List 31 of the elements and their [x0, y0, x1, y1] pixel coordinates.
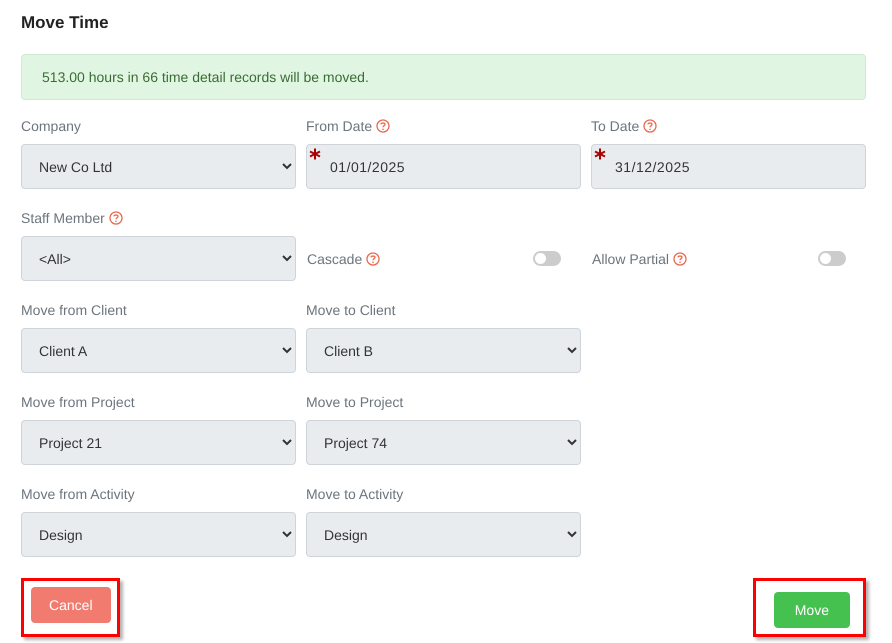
- toggle-switch[interactable]: [818, 251, 846, 266]
- field-label: Cascade: [307, 250, 362, 266]
- dropdown-field[interactable]: Project 74: [306, 420, 581, 465]
- dropdown-field[interactable]: New Co Ltd: [21, 144, 296, 189]
- field-label: To Date: [591, 118, 640, 134]
- toggle-switch[interactable]: [533, 251, 561, 266]
- field-label: Company: [21, 118, 81, 134]
- field-label: Move to Activity: [306, 486, 404, 502]
- dropdown-field[interactable]: Client B: [306, 328, 581, 373]
- help-icon[interactable]: [108, 211, 123, 225]
- info-alert: 513.00 hours in 66 time detail records will be moved.: [21, 54, 866, 100]
- date-field[interactable]: 31/12/2025: [591, 144, 866, 189]
- page-title: Move Time: [21, 12, 110, 34]
- field-label: Staff Member: [21, 210, 105, 226]
- dropdown-field[interactable]: Design: [21, 512, 296, 557]
- help-icon[interactable]: [643, 119, 658, 133]
- dropdown-field[interactable]: Project 21: [21, 420, 296, 465]
- field-label: Move to Project: [306, 394, 404, 410]
- help-icon[interactable]: [376, 119, 390, 133]
- field-label: Move to Client: [306, 302, 396, 318]
- dropdown-field[interactable]: Client A: [21, 328, 296, 373]
- field-label: Move from Activity: [21, 486, 135, 502]
- date-field[interactable]: 01/01/2025: [306, 144, 581, 189]
- field-label: Move from Client: [21, 302, 127, 318]
- help-icon[interactable]: [673, 252, 688, 266]
- dropdown-field[interactable]: Design: [306, 512, 581, 557]
- help-icon[interactable]: [366, 252, 380, 266]
- field-label: From Date: [306, 118, 372, 134]
- dropdown-field[interactable]: <All>: [21, 236, 296, 281]
- field-label: Move from Project: [21, 394, 135, 410]
- field-label: Allow Partial: [592, 250, 670, 266]
